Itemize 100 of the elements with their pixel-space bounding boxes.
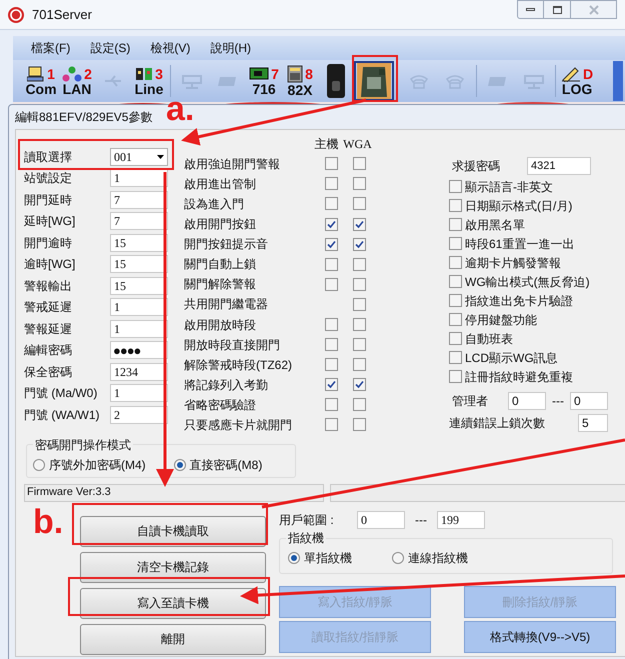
checkbox[interactable] — [324, 398, 338, 412]
checkbox[interactable] — [353, 358, 366, 372]
toolbar-label: LOG — [562, 82, 592, 96]
menu-item[interactable]: 檔案(F) — [31, 39, 70, 57]
dropdown[interactable]: 001 — [110, 148, 168, 166]
input-field[interactable]: 1 — [110, 320, 168, 338]
checkbox[interactable] — [353, 378, 366, 392]
maximize-button[interactable] — [544, 0, 571, 19]
checkbox[interactable] — [449, 275, 462, 288]
field-label: 開門逾時 — [24, 234, 73, 252]
input-field[interactable]: 0 — [357, 510, 405, 529]
radio-button[interactable] — [392, 552, 404, 564]
checkbox[interactable] — [449, 237, 462, 250]
checkbox[interactable] — [449, 351, 462, 364]
checkbox[interactable] — [449, 332, 462, 345]
input-field[interactable]: 15 — [110, 276, 168, 295]
checkbox[interactable] — [449, 313, 462, 326]
fingerprint-button[interactable]: 格式轉換(V9-->V5) — [464, 620, 616, 653]
field-label: 連續錯誤上鎖次數 — [449, 415, 546, 432]
checkbox[interactable] — [353, 418, 366, 432]
input-field[interactable]: 0 — [508, 392, 546, 410]
password-field[interactable]: ●●●● — [110, 341, 168, 360]
checkbox[interactable] — [353, 298, 366, 311]
toolbar-button[interactable]: 3 Line — [131, 61, 167, 101]
radio-button[interactable] — [174, 458, 186, 471]
checkbox[interactable] — [449, 180, 462, 193]
checkbox[interactable] — [324, 318, 338, 331]
checkbox[interactable] — [324, 157, 338, 170]
checkbox[interactable] — [449, 370, 462, 383]
input-field[interactable]: 15 — [110, 234, 168, 252]
menu-item[interactable]: 設定(S) — [90, 39, 130, 57]
input-field[interactable]: 15 — [110, 255, 168, 274]
checkbox[interactable] — [324, 258, 338, 271]
checkbox[interactable] — [353, 278, 366, 291]
checkbox[interactable] — [449, 199, 462, 212]
field-label: 讀取選擇 — [24, 148, 73, 166]
checkbox[interactable] — [449, 294, 462, 307]
checkbox[interactable] — [324, 177, 338, 190]
radio-label: 直接密碼(M8) — [190, 456, 262, 474]
toolbar-button[interactable]: 8 82X — [282, 61, 318, 101]
toolbar-label: 716 — [252, 82, 276, 96]
setting-label: LCD顯示WG訊息 — [465, 350, 558, 366]
input-field[interactable]: 4321 — [527, 157, 591, 175]
checkbox[interactable] — [353, 157, 366, 170]
action-button[interactable]: 離開 — [80, 624, 266, 655]
input-field[interactable]: 199 — [437, 510, 485, 529]
toolbar-button[interactable]: 7 716 — [246, 61, 282, 101]
action-button[interactable]: 寫入至讀卡機 — [80, 588, 266, 619]
field-label: 開門延時 — [24, 192, 73, 209]
checkbox[interactable] — [353, 197, 366, 210]
checkbox[interactable] — [324, 218, 338, 231]
toolbar-button[interactable]: 2 LAN — [59, 61, 95, 101]
input-field[interactable]: 5 — [578, 414, 608, 432]
checkbox[interactable] — [324, 278, 338, 291]
checkbox[interactable] — [353, 177, 366, 190]
toolbar-button[interactable] — [354, 61, 394, 101]
checkbox[interactable] — [324, 378, 338, 392]
checkbox[interactable] — [353, 398, 366, 412]
menu-item[interactable]: 檢視(V) — [150, 39, 190, 57]
input-field[interactable]: 1 — [110, 169, 168, 188]
toolbar-label: LAN — [62, 82, 92, 96]
toolbar-button[interactable]: 1 Com — [23, 61, 59, 101]
input-field[interactable]: 1 — [110, 384, 168, 402]
field-label: 站號設定 — [24, 170, 73, 188]
checkbox[interactable] — [324, 197, 338, 210]
radio-label: 連線指紋機 — [408, 550, 468, 567]
input-field[interactable]: 1234 — [110, 362, 168, 381]
checkbox[interactable] — [353, 218, 366, 231]
device-icon — [135, 66, 154, 82]
field-label: 用戶範圍 : — [279, 512, 335, 529]
action-button[interactable]: 清空卡機記錄 — [80, 552, 266, 583]
option-label: 開門按鈕提示音 — [184, 236, 269, 254]
checkbox[interactable] — [449, 218, 462, 231]
range-separator: --- — [414, 512, 428, 529]
checkbox[interactable] — [449, 256, 462, 269]
checkbox[interactable] — [324, 238, 338, 251]
option-label: 解除警戒時段(TZ62) — [184, 356, 293, 374]
checkbox[interactable] — [324, 418, 338, 432]
menu-item[interactable]: 說明(H) — [210, 39, 251, 57]
checkbox[interactable] — [353, 258, 366, 271]
input-field[interactable]: 1 — [110, 298, 168, 316]
toolbar-button[interactable]: D LOG — [559, 61, 596, 101]
radio-button[interactable] — [33, 458, 45, 471]
minimize-button[interactable] — [517, 0, 544, 19]
toolbar-number: 3 — [155, 67, 163, 81]
input-field[interactable]: 2 — [110, 406, 168, 424]
radio-button[interactable] — [288, 552, 300, 564]
option-label: 將記錄列入考勤 — [184, 376, 269, 394]
toolbar-number: 2 — [84, 67, 92, 81]
input-field[interactable]: 7 — [110, 212, 168, 230]
checkbox[interactable] — [324, 358, 338, 372]
checkbox[interactable] — [353, 338, 366, 352]
input-field[interactable]: 0 — [570, 392, 608, 410]
action-button[interactable]: 自讀卡機讀取 — [80, 516, 266, 547]
checkbox[interactable] — [324, 338, 338, 352]
input-field[interactable]: 7 — [110, 190, 168, 209]
setting-label: 顯示語言-非英文 — [465, 178, 553, 196]
toolbar-number: 8 — [305, 67, 313, 81]
checkbox[interactable] — [353, 318, 366, 331]
checkbox[interactable] — [353, 238, 366, 251]
